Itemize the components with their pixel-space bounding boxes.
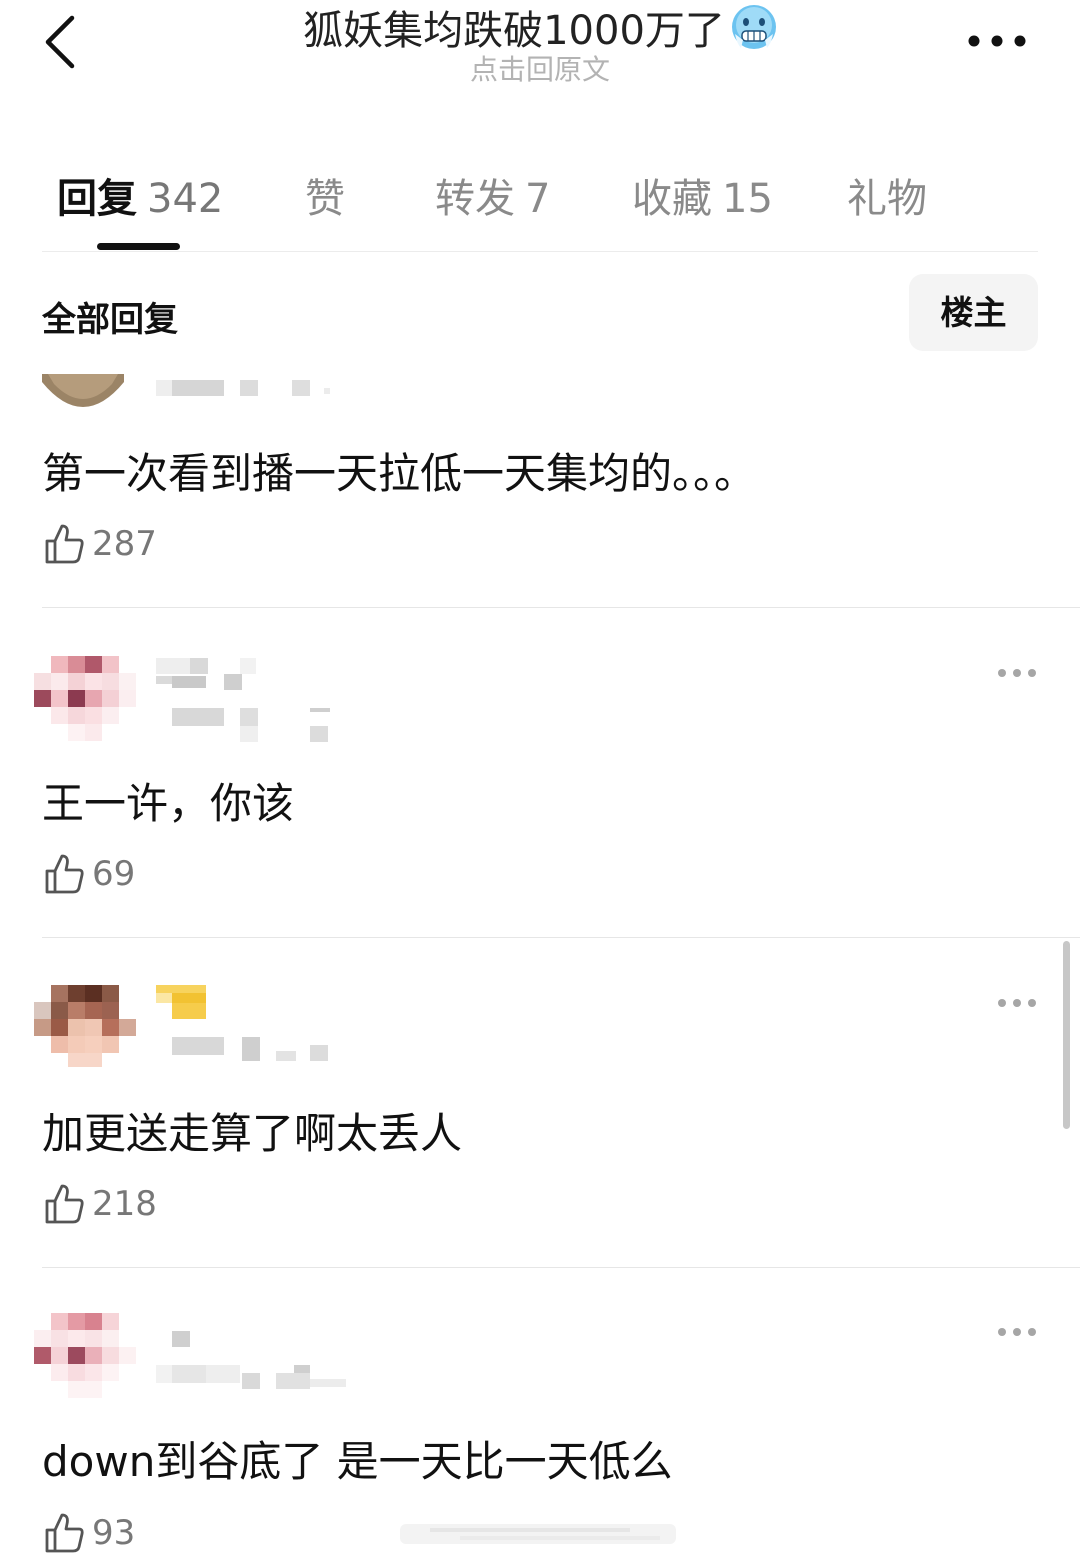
tab-gifts[interactable]: 礼物 bbox=[847, 166, 927, 224]
like-button[interactable]: 218 bbox=[42, 1182, 157, 1226]
tab-favorites-count: 15 bbox=[722, 176, 773, 222]
username-redacted bbox=[156, 985, 328, 1061]
username-redacted bbox=[156, 658, 330, 742]
cold-face-emoji-icon bbox=[731, 5, 776, 49]
like-count: 218 bbox=[92, 1184, 157, 1224]
like-button[interactable]: 69 bbox=[42, 852, 135, 896]
tab-replies[interactable]: 回复 342 bbox=[57, 166, 223, 224]
comment-divider bbox=[42, 1267, 1080, 1268]
scrollbar[interactable] bbox=[1063, 941, 1070, 1129]
like-count: 93 bbox=[92, 1513, 136, 1553]
comment-more-icon[interactable] bbox=[996, 1325, 1038, 1339]
thumbs-up-icon bbox=[45, 1184, 84, 1224]
active-tab-indicator bbox=[97, 243, 180, 250]
tab-gifts-label: 礼物 bbox=[847, 176, 927, 222]
more-options-icon[interactable] bbox=[962, 28, 1032, 54]
tab-favorites[interactable]: 收藏 15 bbox=[632, 166, 773, 224]
comment-more-icon[interactable] bbox=[996, 996, 1038, 1010]
username-redacted bbox=[156, 380, 330, 396]
view-original-link[interactable]: 点击回原文 bbox=[0, 48, 1080, 88]
username-redacted bbox=[156, 1331, 346, 1389]
tab-favorites-label: 收藏 bbox=[632, 176, 712, 222]
like-button[interactable]: 287 bbox=[42, 522, 157, 566]
comment-text: down到谷底了 是一天比一天低么 bbox=[42, 1437, 673, 1486]
comment-more-icon[interactable] bbox=[996, 666, 1038, 680]
thumbs-up-icon bbox=[45, 854, 84, 894]
like-count: 287 bbox=[92, 524, 157, 564]
tabs-divider bbox=[42, 251, 1038, 252]
comment-text: 第一次看到播一天拉低一天集均的。。。 bbox=[42, 449, 757, 498]
tab-likes[interactable]: 赞 bbox=[305, 166, 345, 224]
comment-divider bbox=[42, 607, 1080, 608]
watermark-blur bbox=[400, 1524, 676, 1544]
comment-text: 加更送走算了啊太丢人 bbox=[42, 1109, 463, 1158]
all-replies-heading: 全部回复 bbox=[42, 300, 178, 340]
like-count: 69 bbox=[92, 854, 136, 894]
comment-divider bbox=[42, 937, 1080, 938]
avatar[interactable] bbox=[34, 985, 138, 1069]
tab-replies-label: 回复 bbox=[57, 176, 137, 222]
avatar[interactable] bbox=[42, 374, 124, 410]
tab-reposts-label: 转发 bbox=[435, 176, 515, 222]
owner-filter-button[interactable]: 楼主 bbox=[909, 274, 1038, 351]
like-button[interactable]: 93 bbox=[42, 1511, 135, 1555]
tab-reposts-count: 7 bbox=[525, 176, 551, 222]
avatar[interactable] bbox=[34, 656, 138, 744]
thumbs-up-icon bbox=[45, 1513, 84, 1553]
avatar[interactable] bbox=[34, 1313, 138, 1401]
tab-replies-count: 342 bbox=[147, 176, 224, 222]
comment-text: 王一许，你该 bbox=[42, 779, 295, 828]
tab-reposts[interactable]: 转发 7 bbox=[435, 166, 550, 224]
thumbs-up-icon bbox=[45, 524, 84, 564]
tab-likes-label: 赞 bbox=[305, 176, 345, 222]
